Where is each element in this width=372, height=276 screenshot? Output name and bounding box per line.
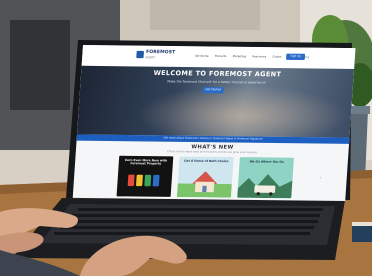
carousel-next-icon[interactable]: › bbox=[320, 175, 322, 180]
nav-item-get-quote[interactable]: Get Quote bbox=[195, 55, 209, 58]
hero-cta-button[interactable]: Get Started bbox=[202, 86, 224, 94]
logo-icon bbox=[136, 51, 144, 59]
promo-card-travel[interactable]: We Go Where You Go bbox=[237, 157, 294, 199]
nav-item-marketing[interactable]: Marketing bbox=[233, 55, 247, 58]
photo-scene: FOREMOST AGENT Get Quote Products Market… bbox=[0, 0, 372, 276]
sign-up-button[interactable]: Sign Up bbox=[286, 53, 306, 61]
site-logo[interactable]: FOREMOST AGENT bbox=[136, 50, 175, 59]
logo-subtext: AGENT bbox=[145, 55, 156, 59]
laptop-screen: FOREMOST AGENT Get Quote Products Market… bbox=[72, 45, 356, 202]
nav-item-claims[interactable]: Claims bbox=[272, 56, 281, 59]
nav-item-resources[interactable]: Resources bbox=[252, 55, 266, 58]
rv-illustration bbox=[237, 174, 293, 199]
house-illustration bbox=[176, 171, 232, 198]
phones-illustration bbox=[127, 174, 160, 187]
hero-section: WELCOME TO FOREMOST AGENT Make the Forem… bbox=[76, 65, 355, 138]
nav-item-products[interactable]: Products bbox=[215, 55, 227, 58]
promo-card-home[interactable]: Get A Home of Both Choice bbox=[176, 156, 234, 198]
promo-card-property[interactable]: Earn Even More Now with Foremost Propert… bbox=[116, 155, 174, 197]
